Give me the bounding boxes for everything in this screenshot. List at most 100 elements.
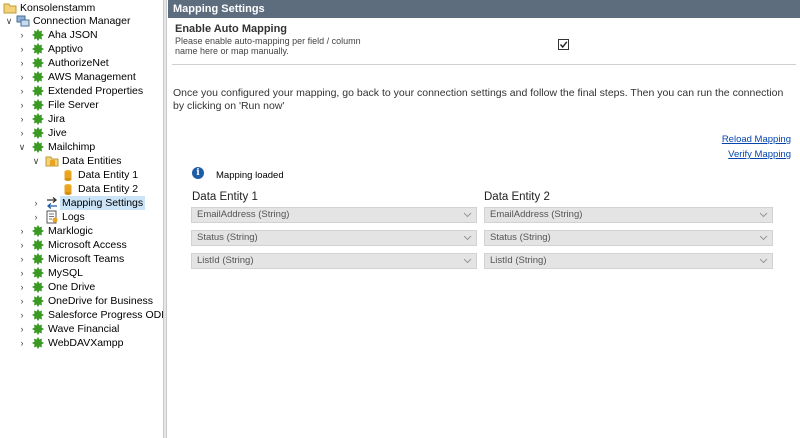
connection-manager-icon	[16, 14, 30, 28]
reload-mapping-link[interactable]: Reload Mapping	[722, 134, 791, 145]
plugin-gear-icon	[31, 70, 45, 84]
tree-label: Data Entity 1	[78, 169, 139, 181]
panel-header: Mapping Settings	[168, 0, 800, 18]
verify-mapping-link[interactable]: Verify Mapping	[728, 149, 791, 160]
tree-label: Jira	[48, 113, 65, 125]
tree-label: Microsoft Teams	[48, 253, 125, 265]
pane-splitter[interactable]	[163, 0, 167, 438]
chevron-down-icon[interactable]: ∨	[31, 154, 41, 168]
mapping-dropdown-right[interactable]: EmailAddress (String)	[484, 207, 773, 223]
mapping-dropdown-left[interactable]: EmailAddress (String)	[191, 207, 477, 223]
tree-label: Data Entity 2	[78, 183, 139, 195]
mapping-dropdown-right[interactable]: ListId (String)	[484, 253, 773, 269]
tree-label: Wave Financial	[48, 323, 120, 335]
plugin-gear-icon	[31, 238, 45, 252]
auto-mapping-checkbox[interactable]	[558, 39, 569, 50]
chevron-right-icon[interactable]: ›	[17, 252, 27, 266]
divider	[172, 64, 796, 65]
chevron-down-icon[interactable]: ∨	[4, 14, 14, 28]
plugin-gear-icon	[31, 224, 45, 238]
tree-label: One Drive	[48, 281, 96, 293]
chevron-right-icon[interactable]: ›	[31, 196, 41, 210]
chevron-right-icon[interactable]: ›	[17, 42, 27, 56]
chevron-right-icon[interactable]: ›	[17, 322, 27, 336]
mapping-arrows-icon	[45, 196, 59, 210]
chevron-right-icon[interactable]: ›	[17, 280, 27, 294]
tree-label: Aha JSON	[48, 29, 98, 41]
chevron-down-icon	[463, 212, 472, 218]
plugin-gear-icon	[31, 294, 45, 308]
chevron-right-icon[interactable]: ›	[17, 56, 27, 70]
plugin-gear-icon	[31, 126, 45, 140]
plugin-gear-icon	[31, 98, 45, 112]
tree-label: Marklogic	[48, 225, 93, 237]
chevron-right-icon[interactable]: ›	[17, 294, 27, 308]
dropdown-value: EmailAddress (String)	[490, 209, 583, 220]
tree-label: Microsoft Access	[48, 239, 127, 251]
plugin-gear-icon	[31, 308, 45, 322]
info-icon: i	[192, 167, 204, 179]
logs-icon	[45, 210, 59, 224]
tree-label: Data Entities	[62, 155, 122, 167]
plugin-gear-icon	[31, 56, 45, 70]
chevron-right-icon[interactable]: ›	[17, 126, 27, 140]
mapping-settings-panel: Mapping Settings Enable Auto Mapping Ple…	[168, 0, 800, 438]
tree-label: Konsolenstamm	[20, 2, 96, 14]
tree-label: Connection Manager	[33, 15, 131, 27]
database-folder-icon	[45, 154, 59, 168]
plugin-gear-icon	[31, 252, 45, 266]
chevron-right-icon[interactable]: ›	[17, 70, 27, 84]
tree-label: MySQL	[48, 267, 84, 279]
chevron-right-icon[interactable]: ›	[17, 28, 27, 42]
plugin-gear-icon	[31, 266, 45, 280]
tree-label: Apptivo	[48, 43, 84, 55]
plugin-gear-icon	[31, 42, 45, 56]
checkmark-icon	[559, 41, 568, 49]
dropdown-value: Status (String)	[490, 232, 551, 243]
chevron-right-icon[interactable]: ›	[17, 266, 27, 280]
tree-label: OneDrive for Business	[48, 295, 154, 307]
navigation-tree: Konsolenstamm ∨ Connection Manager › Aha…	[0, 0, 163, 438]
column-header-entity2: Data Entity 2	[484, 191, 550, 203]
chevron-down-icon	[759, 212, 768, 218]
dropdown-value: ListId (String)	[197, 255, 254, 266]
instructions-text: Once you configured your mapping, go bac…	[173, 87, 784, 112]
dropdown-value: Status (String)	[197, 232, 258, 243]
tree-label: AWS Management	[48, 71, 136, 83]
plugin-gear-icon	[31, 140, 45, 154]
chevron-right-icon[interactable]: ›	[17, 238, 27, 252]
tree-label: File Server	[48, 99, 99, 111]
plugin-gear-icon	[31, 280, 45, 294]
chevron-right-icon[interactable]: ›	[17, 112, 27, 126]
dropdown-value: ListId (String)	[490, 255, 547, 266]
mapping-dropdown-right[interactable]: Status (String)	[484, 230, 773, 246]
chevron-down-icon	[759, 258, 768, 264]
tree-label: Mailchimp	[48, 141, 96, 153]
dropdown-value: EmailAddress (String)	[197, 209, 290, 220]
database-icon	[61, 168, 75, 182]
status-text: Mapping loaded	[216, 170, 284, 181]
mapping-dropdown-left[interactable]: ListId (String)	[191, 253, 477, 269]
plugin-gear-icon	[31, 84, 45, 98]
chevron-right-icon[interactable]: ›	[17, 224, 27, 238]
chevron-down-icon[interactable]: ∨	[17, 140, 27, 154]
tree-label: Logs	[62, 211, 85, 223]
plugin-gear-icon	[31, 322, 45, 336]
chevron-right-icon[interactable]: ›	[17, 98, 27, 112]
column-header-entity1: Data Entity 1	[192, 191, 258, 203]
auto-mapping-description: Please enable auto-mapping per field / c…	[175, 36, 361, 56]
chevron-right-icon[interactable]: ›	[17, 336, 27, 350]
tree-label: Mapping Settings	[60, 196, 146, 210]
chevron-down-icon	[463, 235, 472, 241]
auto-mapping-title: Enable Auto Mapping	[175, 23, 288, 35]
chevron-right-icon[interactable]: ›	[31, 210, 41, 224]
chevron-right-icon[interactable]: ›	[17, 84, 27, 98]
mapping-dropdown-left[interactable]: Status (String)	[191, 230, 477, 246]
tree-label: Extended Properties	[48, 85, 144, 97]
chevron-down-icon	[759, 235, 768, 241]
chevron-right-icon[interactable]: ›	[17, 308, 27, 322]
plugin-gear-icon	[31, 336, 45, 350]
folder-icon	[3, 1, 17, 15]
plugin-gear-icon	[31, 112, 45, 126]
chevron-down-icon	[463, 258, 472, 264]
